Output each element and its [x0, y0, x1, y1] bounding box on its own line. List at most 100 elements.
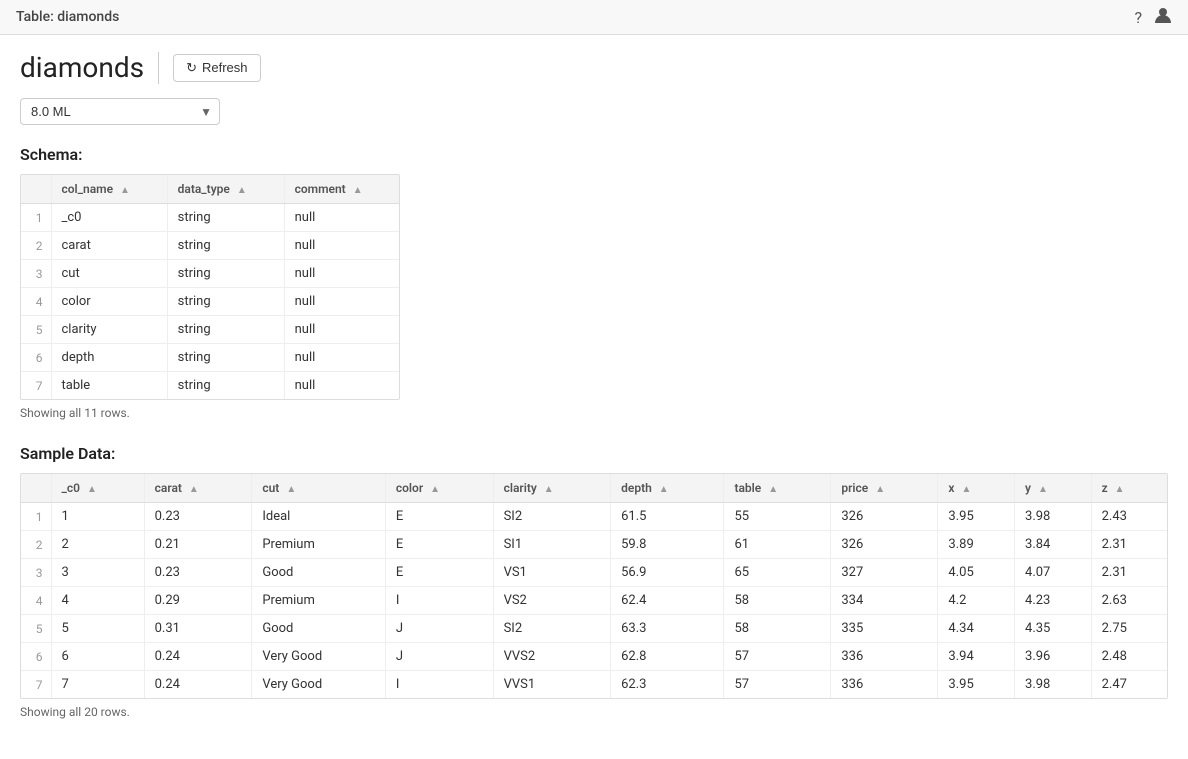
x-cell: 4.34 — [938, 615, 1015, 643]
depth-cell: 56.9 — [611, 559, 724, 587]
cut-cell: Premium — [252, 531, 386, 559]
depth-cell: 61.5 — [611, 503, 724, 531]
y-cell: 3.84 — [1015, 531, 1092, 559]
comment-cell: null — [284, 288, 399, 316]
col-name-cell: color — [51, 288, 167, 316]
refresh-button[interactable]: ↻ Refresh — [173, 54, 260, 82]
sort-icon-price: ▲ — [875, 484, 885, 495]
c0-cell: 4 — [51, 587, 144, 615]
color-cell: E — [385, 559, 493, 587]
sample-col-depth[interactable]: depth ▲ — [611, 474, 724, 503]
c0-cell: 6 — [51, 643, 144, 671]
cut-cell: Premium — [252, 587, 386, 615]
row-number: 4 — [21, 587, 51, 615]
z-cell: 2.47 — [1091, 671, 1167, 699]
carat-cell: 0.29 — [144, 587, 252, 615]
version-select[interactable]: 8.0 ML 7.0 ML 6.0 ML — [20, 98, 220, 125]
refresh-icon: ↻ — [186, 60, 197, 76]
top-bar-title: Table: diamonds — [16, 9, 119, 25]
table-row: 5 clarity string null — [21, 316, 399, 344]
row-number: 7 — [21, 671, 51, 699]
schema-col-num — [21, 175, 51, 204]
sample-col-c0[interactable]: _c0 ▲ — [51, 474, 144, 503]
c0-cell: 5 — [51, 615, 144, 643]
z-cell: 2.75 — [1091, 615, 1167, 643]
color-cell: J — [385, 615, 493, 643]
schema-showing-rows: Showing all 11 rows. — [20, 406, 1168, 420]
sample-data-section-label: Sample Data: — [20, 444, 1168, 463]
row-number: 2 — [21, 531, 51, 559]
col-name-cell: table — [51, 372, 167, 400]
schema-col-data-type[interactable]: data_type ▲ — [167, 175, 284, 204]
price-cell: 326 — [831, 503, 938, 531]
sample-col-color[interactable]: color ▲ — [385, 474, 493, 503]
depth-cell: 62.8 — [611, 643, 724, 671]
color-cell: I — [385, 671, 493, 699]
row-number: 3 — [21, 559, 51, 587]
depth-cell: 62.3 — [611, 671, 724, 699]
col-name-cell: cut — [51, 260, 167, 288]
sort-icon-table: ▲ — [768, 484, 778, 495]
refresh-label: Refresh — [202, 60, 248, 75]
version-selector: 8.0 ML 7.0 ML 6.0 ML ▼ — [20, 98, 1168, 125]
data-type-cell: string — [167, 372, 284, 400]
sort-icon-c0: ▲ — [87, 484, 97, 495]
sample-col-y[interactable]: y ▲ — [1015, 474, 1092, 503]
clarity-cell: VS1 — [493, 559, 611, 587]
sort-icon-clarity: ▲ — [544, 484, 554, 495]
table-cell: 65 — [724, 559, 831, 587]
clarity-cell: VVS1 — [493, 671, 611, 699]
sample-data-table-header: _c0 ▲ carat ▲ cut ▲ color ▲ clarity ▲ de… — [21, 474, 1167, 503]
sort-icon-col-name: ▲ — [120, 185, 130, 196]
schema-col-col-name[interactable]: col_name ▲ — [51, 175, 167, 204]
carat-cell: 0.31 — [144, 615, 252, 643]
price-cell: 326 — [831, 531, 938, 559]
comment-cell: null — [284, 316, 399, 344]
sample-col-clarity[interactable]: clarity ▲ — [493, 474, 611, 503]
price-cell: 334 — [831, 587, 938, 615]
table-cell: 57 — [724, 643, 831, 671]
user-icon[interactable] — [1154, 6, 1172, 28]
sample-col-z[interactable]: z ▲ — [1091, 474, 1167, 503]
top-bar-icons: ? — [1134, 6, 1172, 28]
row-number: 6 — [21, 344, 51, 372]
table-cell: 57 — [724, 671, 831, 699]
schema-col-comment[interactable]: comment ▲ — [284, 175, 399, 204]
sort-icon-depth: ▲ — [659, 484, 669, 495]
cut-cell: Good — [252, 615, 386, 643]
depth-cell: 62.4 — [611, 587, 724, 615]
table-row: 3 3 0.23 Good E VS1 56.9 65 327 4.05 4.0… — [21, 559, 1167, 587]
y-cell: 4.07 — [1015, 559, 1092, 587]
row-number: 4 — [21, 288, 51, 316]
sort-icon-x: ▲ — [961, 484, 971, 495]
sample-col-cut[interactable]: cut ▲ — [252, 474, 386, 503]
schema-table: col_name ▲ data_type ▲ comment ▲ 1 _c0 s… — [21, 175, 399, 399]
c0-cell: 7 — [51, 671, 144, 699]
cut-cell: Ideal — [252, 503, 386, 531]
schema-table-container: col_name ▲ data_type ▲ comment ▲ 1 _c0 s… — [20, 174, 400, 400]
price-cell: 336 — [831, 643, 938, 671]
table-cell: 58 — [724, 587, 831, 615]
sample-col-table[interactable]: table ▲ — [724, 474, 831, 503]
table-row: 6 depth string null — [21, 344, 399, 372]
sort-icon-carat: ▲ — [189, 484, 199, 495]
help-icon[interactable]: ? — [1134, 8, 1142, 27]
sort-icon-y: ▲ — [1038, 484, 1048, 495]
comment-cell: null — [284, 232, 399, 260]
y-cell: 4.35 — [1015, 615, 1092, 643]
table-row: 2 2 0.21 Premium E SI1 59.8 61 326 3.89 … — [21, 531, 1167, 559]
x-cell: 4.05 — [938, 559, 1015, 587]
table-cell: 55 — [724, 503, 831, 531]
table-row: 3 cut string null — [21, 260, 399, 288]
table-row: 5 5 0.31 Good J SI2 63.3 58 335 4.34 4.3… — [21, 615, 1167, 643]
carat-cell: 0.24 — [144, 671, 252, 699]
sort-icon-comment: ▲ — [353, 185, 363, 196]
sample-col-x[interactable]: x ▲ — [938, 474, 1015, 503]
schema-table-body: 1 _c0 string null 2 carat string null 3 … — [21, 204, 399, 400]
cut-cell: Very Good — [252, 643, 386, 671]
table-row: 7 7 0.24 Very Good I VVS1 62.3 57 336 3.… — [21, 671, 1167, 699]
sample-col-carat[interactable]: carat ▲ — [144, 474, 252, 503]
sample-col-price[interactable]: price ▲ — [831, 474, 938, 503]
col-name-cell: carat — [51, 232, 167, 260]
price-cell: 335 — [831, 615, 938, 643]
